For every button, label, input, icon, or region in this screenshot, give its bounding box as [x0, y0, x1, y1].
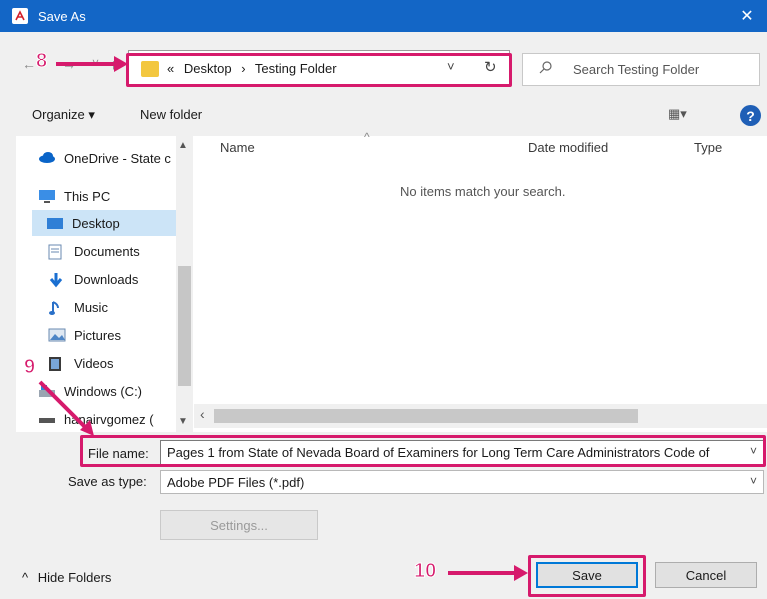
file-name-field[interactable]: Pages 1 from State of Nevada Board of Ex…: [160, 440, 764, 466]
settings-button[interactable]: Settings...: [160, 510, 318, 540]
sidebar-item-pictures[interactable]: Pictures: [48, 322, 121, 348]
hide-folders-button[interactable]: ^ Hide Folders: [22, 570, 111, 585]
empty-message: No items match your search.: [400, 184, 566, 199]
save-as-type-label: Save as type:: [68, 474, 147, 489]
sidebar-item-label: Documents: [74, 243, 140, 259]
close-icon[interactable]: ✕: [727, 0, 767, 32]
sidebar-item-desktop[interactable]: Desktop: [32, 210, 192, 236]
sidebar-item-onedrive[interactable]: OneDrive - State c: [38, 145, 171, 171]
back-icon[interactable]: ←: [22, 56, 36, 72]
sidebar-item-label: Desktop: [72, 215, 120, 231]
sidebar-item-windows-c[interactable]: Windows (C:): [38, 378, 142, 404]
sort-ascending-icon: ^: [364, 130, 370, 144]
music-icon: [48, 300, 66, 315]
sidebar-item-downloads[interactable]: Downloads: [48, 266, 138, 292]
acrobat-icon: [12, 8, 28, 24]
search-placeholder: Search Testing Folder: [573, 62, 700, 77]
up-icon[interactable]: ↑: [110, 56, 117, 72]
sidebar-item-documents[interactable]: Documents: [48, 238, 140, 264]
breadcrumb-separator: ›: [241, 61, 246, 76]
new-folder-button[interactable]: New folder: [140, 107, 202, 122]
downloads-icon: [48, 272, 66, 288]
sidebar-item-label: Downloads: [74, 271, 139, 287]
cancel-button[interactable]: Cancel: [655, 562, 757, 588]
sidebar-item-label: hanairvgomez (: [64, 411, 154, 427]
videos-icon: [48, 356, 66, 371]
command-bar: Organize ▾ New folder ▦▾ ?: [0, 104, 767, 128]
pictures-icon: [48, 328, 66, 342]
save-as-type-value: Adobe PDF Files (*.pdf): [167, 475, 305, 490]
save-as-dialog: Save As ✕ ← → ˅ ↑ « Desktop › Testing Fo…: [0, 0, 767, 599]
column-header-name[interactable]: Name: [220, 140, 255, 155]
step-10-marker: 10: [413, 560, 437, 583]
chevron-down-icon[interactable]: ˅: [750, 474, 757, 488]
breadcrumb-overflow[interactable]: «: [167, 61, 174, 76]
save-button[interactable]: Save: [536, 562, 638, 588]
sidebar-item-videos[interactable]: Videos: [48, 350, 114, 376]
window-title: Save As: [38, 8, 86, 24]
step-8-marker: 8: [35, 50, 48, 73]
file-list-scrollbar[interactable]: ‹: [194, 404, 767, 428]
sidebar-item-label: Pictures: [74, 327, 121, 343]
breadcrumb-item-testing-folder[interactable]: Testing Folder: [255, 61, 337, 76]
chevron-down-icon[interactable]: ˅: [745, 444, 757, 458]
scrollbar-thumb[interactable]: [178, 266, 191, 386]
file-list[interactable]: ^ Name Date modified Type No items match…: [194, 130, 767, 432]
scroll-up-icon[interactable]: ▲: [178, 140, 188, 151]
network-drive-icon: [38, 412, 56, 426]
scrollbar-thumb[interactable]: [214, 409, 638, 423]
column-header-date-modified[interactable]: Date modified: [528, 140, 608, 155]
breadcrumb-item-desktop[interactable]: Desktop: [184, 61, 232, 76]
sidebar-item-label: Windows (C:): [64, 383, 143, 399]
save-as-type-select[interactable]: Adobe PDF Files (*.pdf) ˅: [160, 470, 764, 494]
title-bar: Save As ✕: [0, 0, 767, 32]
recent-locations-icon[interactable]: ˅: [92, 56, 99, 70]
sidebar-item-network-drive[interactable]: hanairvgomez (: [38, 406, 154, 432]
navigation-pane-scrollbar[interactable]: ▲ ▼: [176, 136, 193, 432]
organize-button[interactable]: Organize ▾: [32, 107, 95, 123]
sidebar-item-label: Music: [74, 299, 108, 315]
sidebar-item-label: This PC: [64, 188, 111, 204]
change-view-icon[interactable]: ▦▾: [668, 106, 687, 122]
chevron-down-icon[interactable]: ˅: [447, 59, 455, 74]
scroll-down-icon[interactable]: ▼: [178, 416, 188, 427]
address-bar[interactable]: « Desktop › Testing Folder ˅ ↻: [128, 50, 510, 87]
computer-icon: [38, 189, 56, 203]
sidebar-item-music[interactable]: Music: [48, 294, 108, 320]
file-name-label: File name:: [88, 446, 149, 461]
file-name-value: Pages 1 from State of Nevada Board of Ex…: [167, 445, 710, 460]
sidebar-item-this-pc[interactable]: This PC: [38, 183, 110, 209]
navigation-pane: OneDrive - State c This PC Desktop Docum…: [16, 136, 194, 432]
help-icon[interactable]: ?: [740, 105, 761, 126]
refresh-icon[interactable]: ↻: [484, 58, 497, 76]
breadcrumb: « Desktop › Testing Folder: [167, 61, 343, 76]
sidebar-item-label: Videos: [74, 355, 114, 371]
drive-icon: [38, 384, 56, 398]
desktop-icon: [46, 216, 64, 230]
documents-icon: [48, 244, 66, 260]
hide-folders-label: Hide Folders: [37, 570, 112, 585]
search-input[interactable]: Search Testing Folder: [522, 53, 760, 86]
step-9-marker: 9: [23, 356, 36, 379]
column-header-type[interactable]: Type: [694, 140, 722, 155]
folder-icon: [141, 61, 159, 77]
scroll-left-icon[interactable]: ‹: [200, 406, 205, 422]
chevron-up-icon: ^: [22, 570, 29, 585]
search-icon: [539, 61, 552, 77]
sidebar-item-label: OneDrive - State c: [64, 150, 171, 166]
cloud-icon: [38, 151, 56, 165]
forward-icon[interactable]: →: [62, 56, 76, 72]
